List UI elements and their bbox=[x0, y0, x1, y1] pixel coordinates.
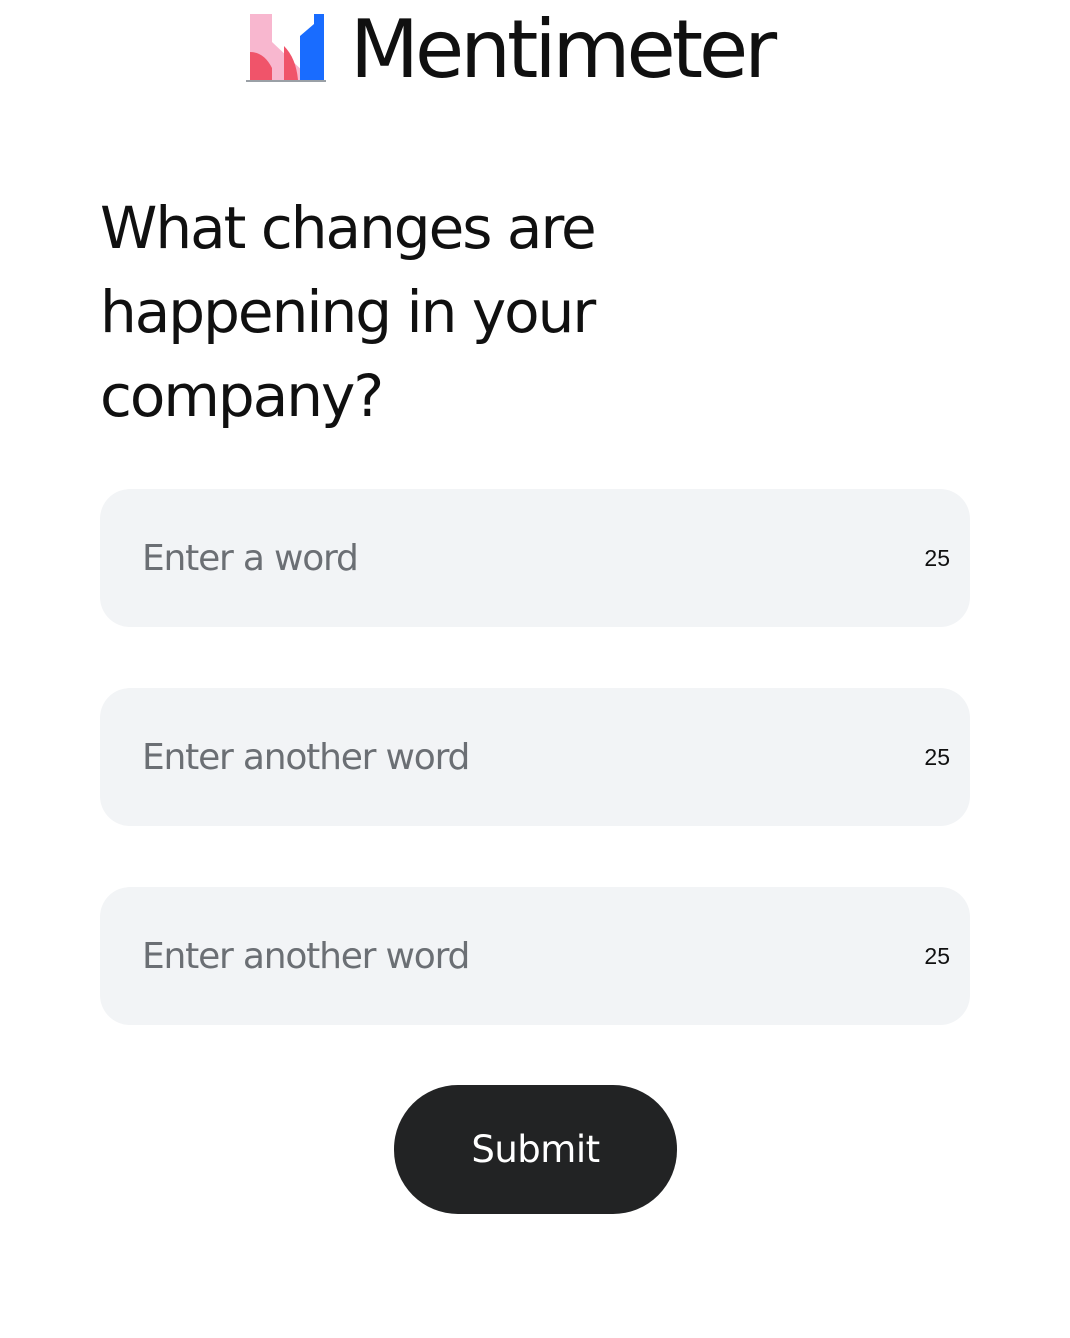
word-input-1[interactable] bbox=[142, 489, 862, 627]
submit-button[interactable]: Submit bbox=[394, 1085, 677, 1214]
word-input-2[interactable] bbox=[142, 688, 862, 826]
word-field-3[interactable]: 25 bbox=[100, 887, 970, 1025]
character-counter-3: 25 bbox=[924, 943, 950, 969]
character-counter-2: 25 bbox=[924, 744, 950, 770]
word-field-2[interactable]: 25 bbox=[100, 688, 970, 826]
mentimeter-logo-icon bbox=[246, 14, 326, 82]
character-counter-1: 25 bbox=[924, 545, 950, 571]
question-title: What changes are happening in your compa… bbox=[100, 194, 597, 430]
word-field-1[interactable]: 25 bbox=[100, 489, 970, 627]
header: Mentimeter bbox=[0, 0, 1070, 100]
word-input-3[interactable] bbox=[142, 887, 862, 1025]
brand-wordmark: Mentimeter bbox=[350, 3, 777, 96]
